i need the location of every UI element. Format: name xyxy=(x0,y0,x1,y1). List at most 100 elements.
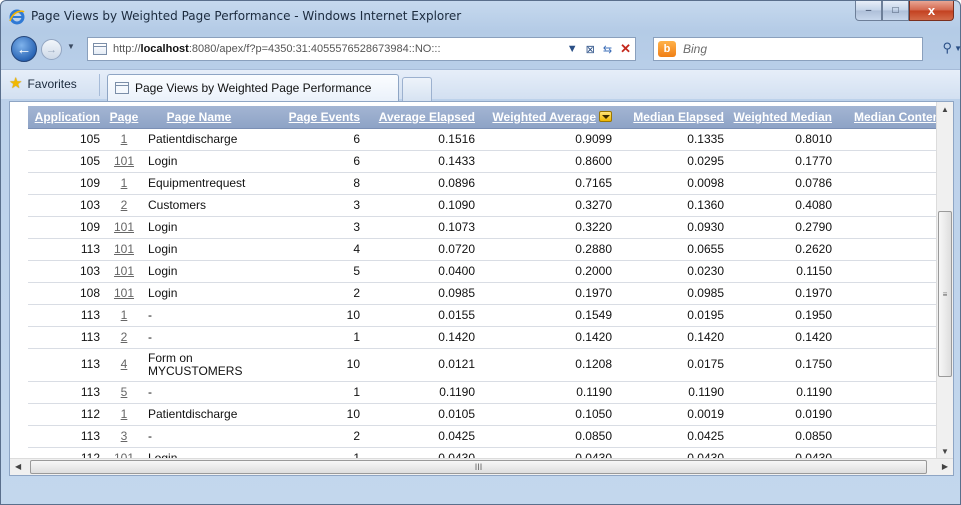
column-header-weighted-average[interactable]: Weighted Average xyxy=(479,106,616,129)
cell-application: 112 xyxy=(28,403,104,426)
url-prefix: http:// xyxy=(113,43,141,55)
minimize-button[interactable]: – xyxy=(855,1,882,21)
refresh-icon[interactable]: ⇆ xyxy=(603,43,612,56)
compatibility-view-icon[interactable]: ⊠ xyxy=(586,43,595,56)
cell-page: 1 xyxy=(104,128,144,151)
column-header-average-elapsed[interactable]: Average Elapsed xyxy=(364,106,479,129)
column-header-page[interactable]: Page xyxy=(104,106,144,129)
page-icon xyxy=(115,82,129,94)
cell-page: 2 xyxy=(104,194,144,217)
back-button[interactable]: ← xyxy=(11,36,37,62)
forward-button[interactable]: → xyxy=(41,39,62,60)
page-link[interactable]: 101 xyxy=(114,264,134,278)
page-link[interactable]: 2 xyxy=(121,330,128,344)
cell-median-content: 0 xyxy=(836,128,948,151)
cell-median-elapsed: 0.1335 xyxy=(616,128,728,151)
cell-page-name: Login xyxy=(144,282,254,305)
page-link[interactable]: 101 xyxy=(114,242,134,256)
page-link[interactable]: 4 xyxy=(121,357,128,371)
cell-page-name: Patientdischarge xyxy=(144,403,254,426)
column-header-application[interactable]: Application xyxy=(28,106,104,129)
page-link[interactable]: 2 xyxy=(121,198,128,212)
vertical-scroll-thumb[interactable]: ≡ xyxy=(938,211,952,377)
search-placeholder: Bing xyxy=(683,42,708,56)
cell-median-content: 0 xyxy=(836,381,948,404)
search-icon[interactable]: ⚲ xyxy=(942,40,952,56)
scroll-down-icon[interactable]: ▼ xyxy=(941,447,949,456)
cell-page-events: 1 xyxy=(254,381,364,404)
cell-median-elapsed: 0.0019 xyxy=(616,403,728,426)
cell-median-content: 0 xyxy=(836,282,948,305)
close-button[interactable]: x xyxy=(909,1,954,21)
cell-weighted-average: 0.0850 xyxy=(479,425,616,448)
cell-median-elapsed: 0.0930 xyxy=(616,216,728,239)
cell-page-events: 4 xyxy=(254,238,364,261)
cell-average-elapsed: 0.0985 xyxy=(364,282,479,305)
cell-weighted-median: 0.8010 xyxy=(728,128,836,151)
maximize-button[interactable]: □ xyxy=(882,1,909,21)
cell-median-content: 0 xyxy=(836,304,948,327)
cell-page-name: - xyxy=(144,381,254,404)
horizontal-scroll-thumb[interactable]: III xyxy=(30,460,927,474)
page-link[interactable]: 101 xyxy=(114,154,134,168)
cell-weighted-median: 0.1750 xyxy=(728,348,836,382)
cell-weighted-median: 0.0786 xyxy=(728,172,836,195)
new-tab-button[interactable] xyxy=(402,77,432,101)
page-link[interactable]: 1 xyxy=(121,176,128,190)
cell-page: 101 xyxy=(104,150,144,173)
cell-weighted-median: 0.2790 xyxy=(728,216,836,239)
star-icon: ★ xyxy=(9,75,23,92)
scroll-left-icon[interactable]: ◀ xyxy=(15,462,21,471)
page-link[interactable]: 1 xyxy=(121,132,128,146)
cell-median-content: 0 xyxy=(836,403,948,426)
tab-label: Page Views by Weighted Page Performance xyxy=(135,81,372,95)
favorites-button[interactable]: ★ Favorites xyxy=(9,76,77,91)
cell-page-events: 10 xyxy=(254,348,364,382)
column-header-median-content[interactable]: Median Content xyxy=(836,106,948,129)
cell-application: 113 xyxy=(28,326,104,349)
horizontal-scrollbar[interactable]: ◀ III ▶ xyxy=(10,458,953,475)
page-link[interactable]: 101 xyxy=(114,220,134,234)
recent-pages-dropdown[interactable]: ▼ xyxy=(67,42,75,51)
scroll-up-icon[interactable]: ▲ xyxy=(941,105,949,114)
tab-page-views[interactable]: Page Views by Weighted Page Performance xyxy=(107,74,399,101)
cell-application: 109 xyxy=(28,216,104,239)
column-header-weighted-median[interactable]: Weighted Median xyxy=(728,106,836,129)
address-bar[interactable]: http://localhost:8080/apex/f?p=4350:31:4… xyxy=(87,37,636,61)
scroll-right-icon[interactable]: ▶ xyxy=(942,462,948,471)
cell-page: 5 xyxy=(104,381,144,404)
page-link[interactable]: 1 xyxy=(121,407,128,421)
address-dropdown-icon[interactable]: ▼ xyxy=(567,43,578,55)
column-header-median-elapsed[interactable]: Median Elapsed xyxy=(616,106,728,129)
cell-application: 103 xyxy=(28,260,104,283)
cell-page-name: Login xyxy=(144,260,254,283)
cell-average-elapsed: 0.1420 xyxy=(364,326,479,349)
cell-median-content: 0 xyxy=(836,172,948,195)
cell-weighted-median: 0.1190 xyxy=(728,381,836,404)
navigation-bar: ← → ▼ http://localhost:8080/apex/f?p=435… xyxy=(1,34,961,64)
cell-page: 1 xyxy=(104,304,144,327)
window-controls: – □ x xyxy=(855,1,954,22)
address-url[interactable]: http://localhost:8080/apex/f?p=4350:31:4… xyxy=(113,43,441,55)
page-link[interactable]: 3 xyxy=(121,429,128,443)
table-row: 1133-20.04250.08500.04250.08500 xyxy=(28,425,948,448)
table-row: 103 101 Login50.04000.20000.02300.11500 xyxy=(28,260,948,283)
page-link[interactable]: 5 xyxy=(121,385,128,399)
stop-icon[interactable]: ✕ xyxy=(620,41,631,57)
column-header-page-name[interactable]: Page Name xyxy=(144,106,254,129)
page-link[interactable]: 101 xyxy=(114,286,134,300)
search-box[interactable]: b Bing ⚲ ▼ xyxy=(653,37,961,61)
sort-descending-icon[interactable] xyxy=(599,110,612,122)
table-row: 1132-10.14200.14200.14200.14200 xyxy=(28,326,948,349)
cell-page: 101 xyxy=(104,260,144,283)
cell-median-content: 0 xyxy=(836,216,948,239)
search-options-dropdown[interactable]: ▼ xyxy=(954,44,961,53)
cell-weighted-average: 0.1190 xyxy=(479,381,616,404)
vertical-scrollbar[interactable]: ▲ ≡ ▼ xyxy=(936,102,953,459)
cell-weighted-median: 0.1950 xyxy=(728,304,836,327)
cell-average-elapsed: 0.0896 xyxy=(364,172,479,195)
column-header-page-events[interactable]: Page Events xyxy=(254,106,364,129)
page-link[interactable]: 1 xyxy=(121,308,128,322)
cell-average-elapsed: 0.1190 xyxy=(364,381,479,404)
table-row: 1135-10.11900.11900.11900.11900 xyxy=(28,381,948,404)
